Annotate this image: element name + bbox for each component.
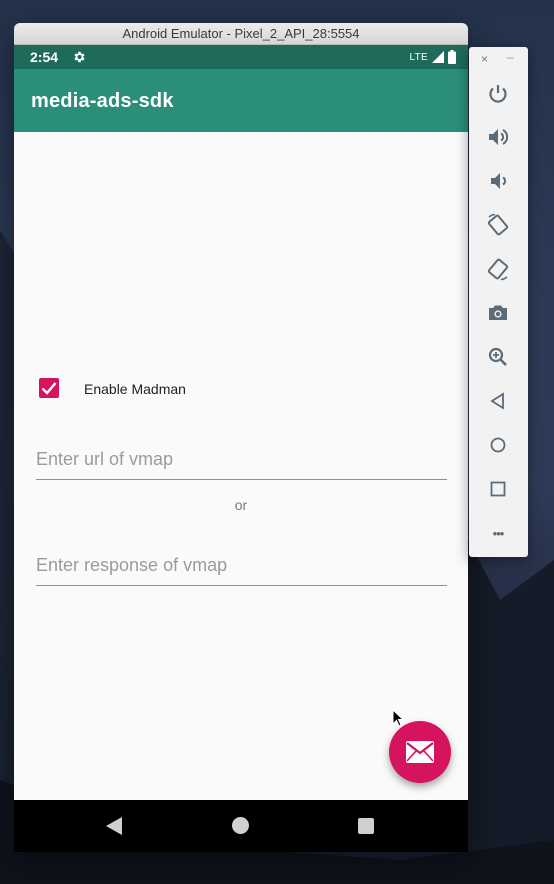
zoom-icon[interactable] xyxy=(486,345,510,369)
home-icon[interactable] xyxy=(486,433,510,457)
overview-icon[interactable] xyxy=(486,477,510,501)
signal-icon xyxy=(432,51,444,63)
checkmark-icon xyxy=(41,382,57,395)
status-time: 2:54 xyxy=(30,49,59,65)
or-separator: or xyxy=(234,497,248,513)
nav-home-icon[interactable] xyxy=(232,817,249,834)
vmap-response-field[interactable] xyxy=(36,550,447,586)
vmap-response-input[interactable] xyxy=(36,550,447,580)
volume-up-icon[interactable] xyxy=(486,125,510,149)
rotate-left-icon[interactable] xyxy=(486,213,510,237)
status-indicators: LTE xyxy=(409,49,456,65)
emulator-side-toolbar: × – ••• xyxy=(469,47,528,557)
camera-icon[interactable] xyxy=(486,301,510,325)
back-icon[interactable] xyxy=(486,389,510,413)
emulator-window: Android Emulator - Pixel_2_API_28:5554 2… xyxy=(14,23,468,852)
mouse-cursor-icon xyxy=(392,709,404,727)
volume-down-icon[interactable] xyxy=(486,169,510,193)
close-icon[interactable]: × xyxy=(481,52,488,66)
window-title[interactable]: Android Emulator - Pixel_2_API_28:5554 xyxy=(14,23,468,45)
mail-icon xyxy=(406,741,434,763)
android-nav-bar xyxy=(14,800,468,852)
vmap-url-input[interactable] xyxy=(36,444,447,474)
power-icon[interactable] xyxy=(486,82,510,106)
more-icon[interactable]: ••• xyxy=(486,522,510,546)
status-bar: 2:54 LTE xyxy=(14,45,468,69)
minimize-icon[interactable]: – xyxy=(507,50,514,64)
main-content: Enable Madman or xyxy=(14,132,468,800)
email-fab-button[interactable] xyxy=(389,721,451,783)
enable-madman-label[interactable]: Enable Madman xyxy=(84,381,186,397)
vmap-url-field[interactable] xyxy=(36,444,447,480)
settings-gear-icon xyxy=(74,51,85,63)
nav-back-icon[interactable] xyxy=(106,817,122,835)
enable-madman-checkbox[interactable] xyxy=(39,378,59,398)
rotate-right-icon[interactable] xyxy=(486,257,510,281)
app-title: media-ads-sdk xyxy=(31,90,174,112)
network-type: LTE xyxy=(409,51,428,63)
app-bar: media-ads-sdk xyxy=(14,69,468,132)
nav-overview-icon[interactable] xyxy=(358,818,374,834)
battery-icon xyxy=(448,50,456,64)
side-toolbar-header: × – xyxy=(469,47,528,73)
